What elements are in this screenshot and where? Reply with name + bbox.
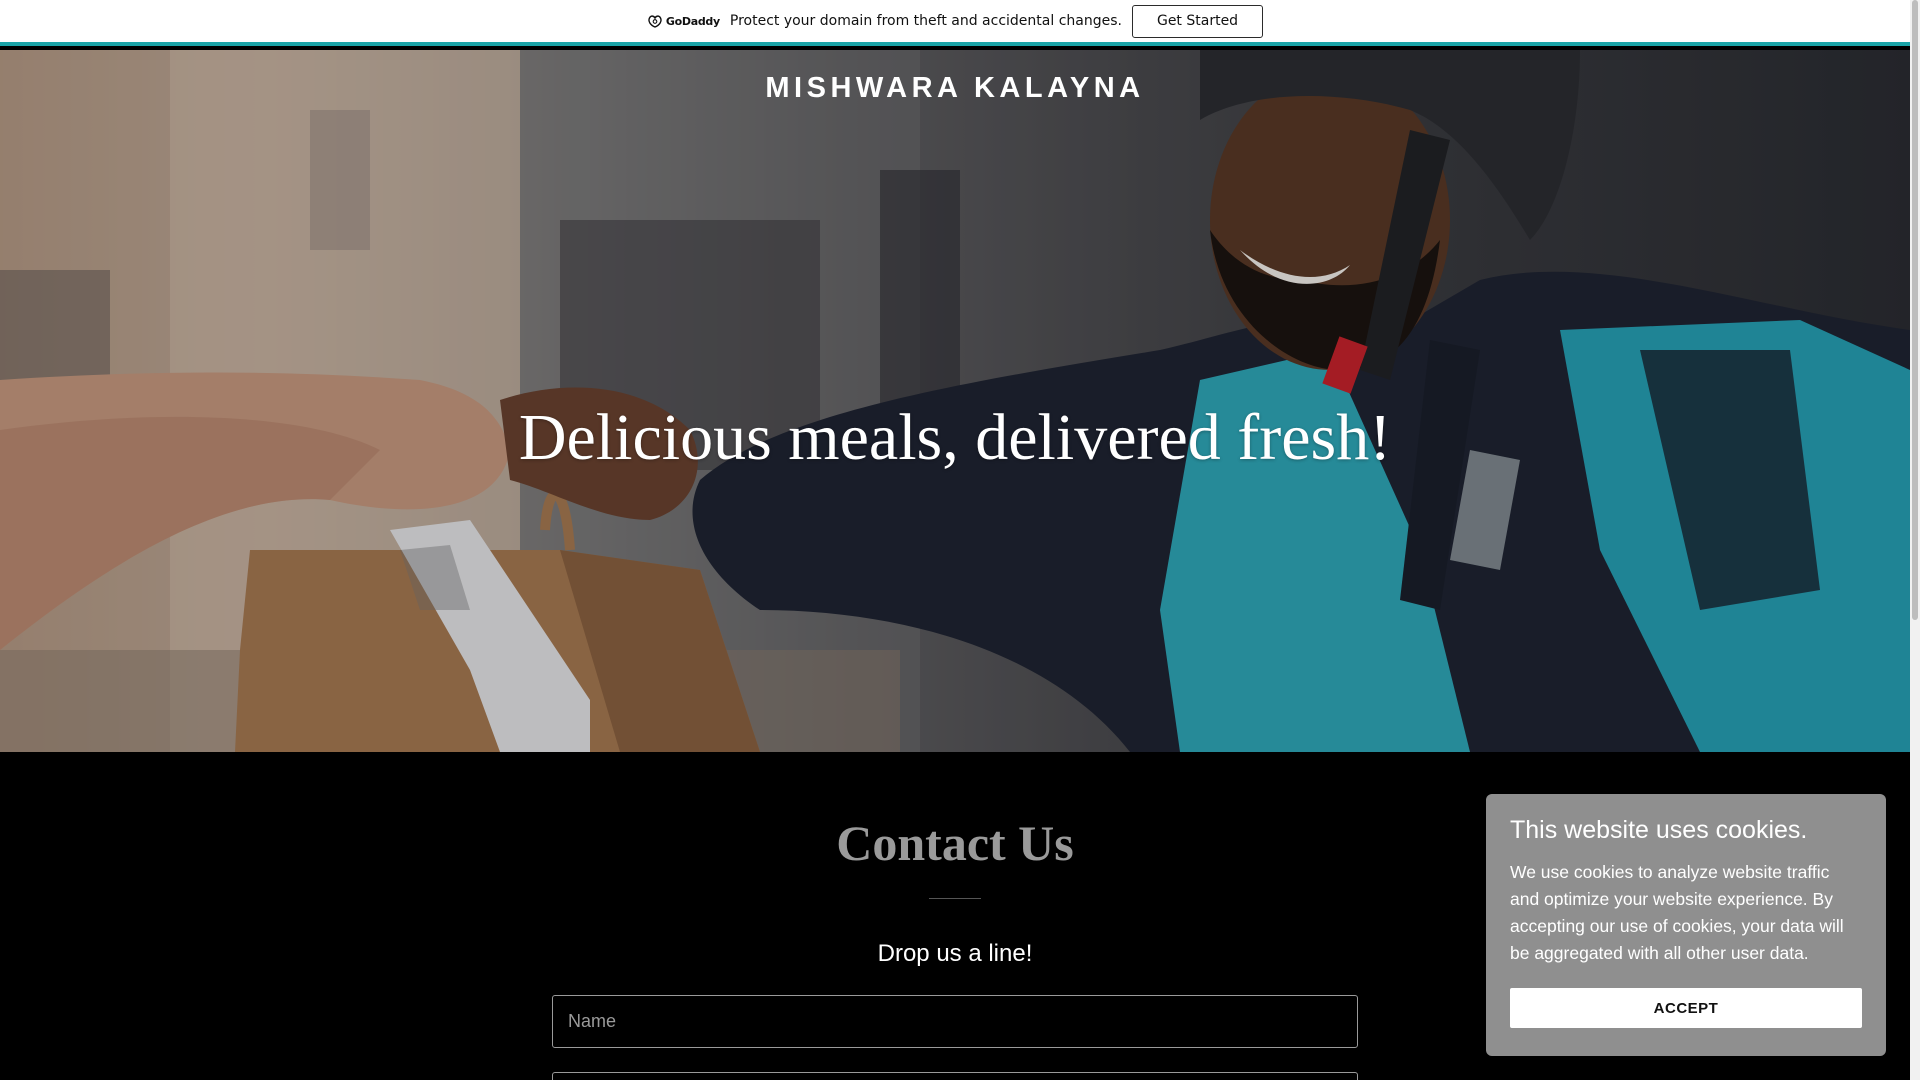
get-started-button[interactable]: Get Started xyxy=(1131,4,1264,38)
hero-headline: Delicious meals, delivered fresh! xyxy=(518,401,1392,474)
godaddy-logo-icon xyxy=(648,15,662,28)
scrollbar-thumb[interactable] xyxy=(1912,0,1918,620)
contact-divider xyxy=(929,898,981,899)
cookie-banner: This website uses cookies. We use cookie… xyxy=(1486,794,1886,1056)
name-input[interactable] xyxy=(552,995,1358,1048)
godaddy-logo: GoDaddy xyxy=(647,14,720,28)
promo-message: Protect your domain from theft and accid… xyxy=(729,13,1122,29)
email-input[interactable] xyxy=(552,1072,1358,1080)
cookie-body: We use cookies to analyze website traffi… xyxy=(1510,862,1844,963)
godaddy-logo-text: GoDaddy xyxy=(665,14,720,28)
page: GoDaddy Protect your domain from theft a… xyxy=(0,0,1920,1080)
promo-bar: GoDaddy Protect your domain from theft a… xyxy=(0,0,1910,46)
hero-section: MISHWARA KALAYNA Delicious meals, delive… xyxy=(0,50,1910,752)
accept-cookies-button[interactable]: ACCEPT xyxy=(1510,988,1862,1028)
scrollbar[interactable] xyxy=(1910,0,1920,1080)
cookie-title: This website uses cookies. xyxy=(1510,816,1808,844)
site-name[interactable]: MISHWARA KALAYNA xyxy=(0,72,1910,105)
